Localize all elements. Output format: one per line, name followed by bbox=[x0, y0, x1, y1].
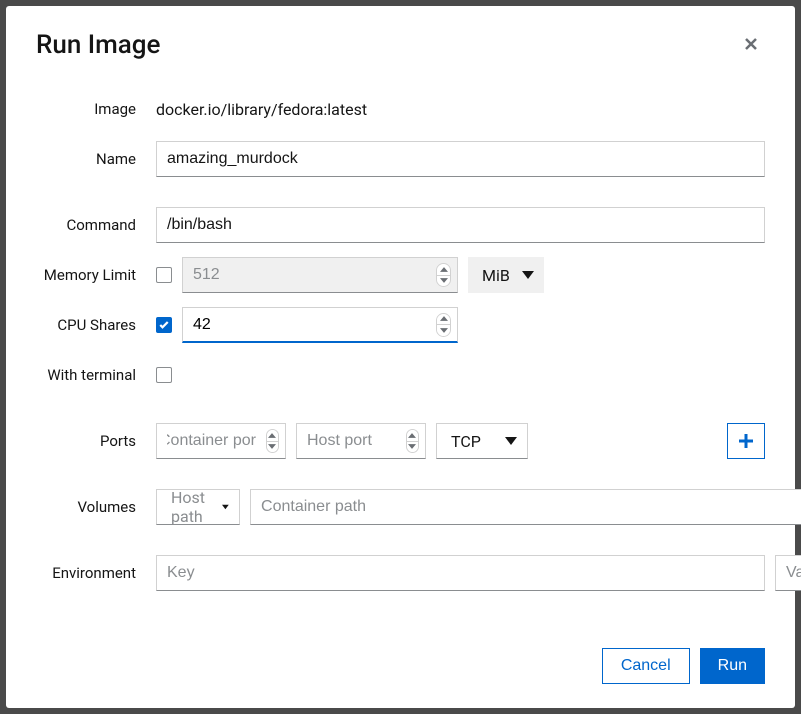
memory-step-down[interactable] bbox=[437, 276, 450, 287]
host-port-up[interactable] bbox=[407, 430, 418, 442]
cpu-shares-checkbox[interactable] bbox=[156, 317, 172, 333]
cpu-shares-input-wrap bbox=[182, 307, 458, 343]
run-image-modal: Run Image Image docker.io/library/fedora… bbox=[6, 6, 795, 708]
port-protocol-select[interactable]: TCP bbox=[436, 423, 528, 459]
row-name: Name bbox=[36, 141, 765, 177]
host-port-down[interactable] bbox=[407, 442, 418, 453]
modal-title: Run Image bbox=[36, 30, 160, 60]
cpu-shares-input[interactable] bbox=[183, 308, 436, 341]
memory-limit-checkbox[interactable] bbox=[156, 267, 172, 283]
image-value: docker.io/library/fedora:latest bbox=[156, 100, 367, 119]
container-port-up[interactable] bbox=[267, 430, 278, 442]
chevron-down-icon bbox=[408, 444, 416, 449]
host-port-input[interactable] bbox=[297, 424, 406, 458]
plus-icon bbox=[739, 434, 753, 448]
host-path-label: Host path bbox=[171, 488, 210, 526]
chevron-down-icon bbox=[440, 328, 448, 333]
row-volumes: Volumes Host path ReadWrite bbox=[36, 489, 765, 525]
add-port-button[interactable] bbox=[727, 423, 765, 459]
chevron-up-icon bbox=[440, 267, 448, 272]
caret-down-icon bbox=[505, 437, 517, 445]
memory-spinner bbox=[436, 263, 451, 287]
container-port-spinner bbox=[266, 429, 279, 453]
row-environment: Environment bbox=[36, 555, 765, 591]
chevron-up-icon bbox=[268, 433, 276, 438]
modal-footer: Cancel Run bbox=[36, 628, 765, 684]
row-command: Command bbox=[36, 207, 765, 243]
caret-down-icon bbox=[522, 271, 534, 279]
chevron-down-icon bbox=[268, 444, 276, 449]
modal-header: Run Image bbox=[36, 30, 765, 61]
label-image: Image bbox=[36, 100, 156, 118]
label-name: Name bbox=[36, 150, 156, 168]
cpu-step-up[interactable] bbox=[437, 314, 450, 326]
host-path-select[interactable]: Host path bbox=[156, 489, 240, 525]
chevron-up-icon bbox=[440, 316, 448, 321]
row-with-terminal: With terminal bbox=[36, 357, 765, 393]
cpu-spinner bbox=[436, 313, 451, 337]
container-port-down[interactable] bbox=[267, 442, 278, 453]
cpu-step-down[interactable] bbox=[437, 325, 450, 336]
caret-down-icon bbox=[222, 503, 229, 511]
label-environment: Environment bbox=[36, 564, 156, 582]
close-icon bbox=[741, 34, 761, 54]
memory-limit-input-wrap bbox=[182, 257, 458, 293]
cancel-button[interactable]: Cancel bbox=[602, 648, 690, 684]
label-with-terminal: With terminal bbox=[36, 366, 156, 384]
env-key-input[interactable] bbox=[156, 555, 765, 591]
env-value-input[interactable] bbox=[775, 555, 801, 591]
command-input[interactable] bbox=[156, 207, 765, 243]
host-port-spinner bbox=[406, 429, 419, 453]
host-port-wrap bbox=[296, 423, 426, 459]
row-cpu-shares: CPU Shares bbox=[36, 307, 765, 343]
port-protocol-label: TCP bbox=[451, 432, 481, 451]
label-volumes: Volumes bbox=[36, 498, 156, 516]
row-memory-limit: Memory Limit MiB bbox=[36, 257, 765, 293]
row-ports: Ports TCP bbox=[36, 423, 765, 459]
label-memory-limit: Memory Limit bbox=[36, 266, 156, 284]
close-button[interactable] bbox=[737, 30, 765, 61]
check-icon bbox=[158, 319, 170, 331]
memory-unit-label: MiB bbox=[482, 266, 510, 285]
label-command: Command bbox=[36, 216, 156, 234]
memory-step-up[interactable] bbox=[437, 264, 450, 276]
memory-limit-input bbox=[183, 258, 436, 292]
chevron-down-icon bbox=[440, 278, 448, 283]
name-input[interactable] bbox=[156, 141, 765, 177]
with-terminal-checkbox[interactable] bbox=[156, 367, 172, 383]
label-ports: Ports bbox=[36, 432, 156, 450]
run-button[interactable]: Run bbox=[700, 648, 765, 684]
container-port-wrap bbox=[156, 423, 286, 459]
chevron-up-icon bbox=[408, 433, 416, 438]
row-image: Image docker.io/library/fedora:latest bbox=[36, 91, 765, 127]
memory-unit-select[interactable]: MiB bbox=[468, 257, 544, 293]
container-port-input[interactable] bbox=[157, 424, 266, 458]
container-path-input[interactable] bbox=[250, 489, 801, 525]
label-cpu-shares: CPU Shares bbox=[36, 316, 156, 334]
